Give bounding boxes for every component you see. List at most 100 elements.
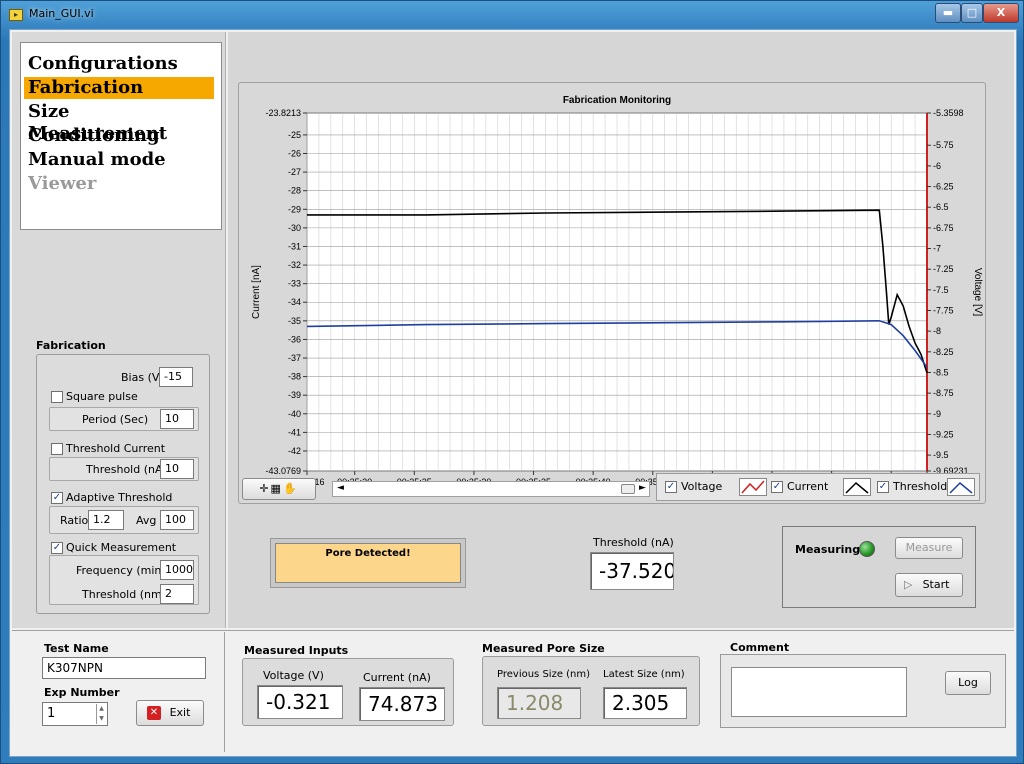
measuring-led	[859, 541, 875, 557]
pore-size-title: Measured Pore Size	[482, 642, 605, 655]
legend-current-label: Current	[787, 480, 829, 493]
period-group: Period (Sec) 10	[49, 407, 199, 431]
comment-title: Comment	[730, 641, 790, 654]
test-name-label: Test Name	[44, 642, 109, 655]
y-tick-label: -43.0769	[265, 466, 301, 476]
y-tick-label: -34	[288, 297, 301, 307]
y2-tick-label: -7.5	[933, 285, 949, 295]
y-axis-label: Current [nA]	[251, 265, 262, 319]
chart-title: Fabrication Monitoring	[563, 95, 671, 106]
maximize-button[interactable]: □	[961, 3, 983, 23]
adaptive-threshold-label: Adaptive Threshold	[66, 491, 173, 504]
y-tick-label: -35	[288, 316, 301, 326]
scroll-left-icon[interactable]: ◄	[337, 483, 344, 493]
threshold-display-label: Threshold (nA)	[593, 536, 674, 549]
y2-tick-label: -6.5	[933, 202, 949, 212]
y-tick-label: -40	[288, 409, 301, 419]
exit-button-label: Exit	[169, 706, 191, 719]
y-tick-label: -28	[288, 186, 301, 196]
app-icon: ▸	[9, 9, 23, 21]
square-pulse-label: Square pulse	[66, 390, 138, 403]
quick-measurement-checkbox[interactable]: ✓	[51, 542, 63, 554]
threshold-current-checkbox[interactable]	[51, 443, 63, 455]
title-bar: ▸ Main_GUI.vi ▬ □ X	[1, 1, 1023, 29]
legend-current-swatch[interactable]	[843, 478, 871, 496]
threshold-input[interactable]: 10	[160, 459, 194, 479]
y-tick-label: -27	[288, 167, 301, 177]
y-tick-label: -32	[288, 260, 301, 270]
voltage-label: Voltage (V)	[263, 669, 324, 682]
exp-number-spinner[interactable]: ▲ ▼	[96, 704, 106, 724]
scroll-thumb[interactable]	[621, 484, 635, 494]
nav-item-fabrication[interactable]: Fabrication	[24, 77, 214, 99]
y-tick-label: -33	[288, 279, 301, 289]
pore-detected-frame: Pore Detected!	[270, 538, 466, 588]
comment-input[interactable]	[731, 667, 907, 717]
mode-list[interactable]: Configurations Fabrication Size Measurem…	[20, 42, 222, 230]
nav-item-viewer: Viewer	[28, 173, 97, 194]
y2-tick-label: -7.25	[933, 264, 954, 274]
quick-measurement-group: Frequency (min) 1000 Threshold (nm) 2	[49, 555, 199, 605]
pore-detected-indicator: Pore Detected!	[275, 543, 461, 583]
nav-item-configurations[interactable]: Configurations	[24, 53, 214, 75]
scroll-right-icon[interactable]: ►	[639, 483, 646, 493]
y-tick-label: -25	[288, 130, 301, 140]
y-tick-label: -41	[288, 427, 301, 437]
bias-label: Bias (V)	[121, 371, 164, 384]
plot-legend: ✓ Voltage ✓ Current ✓ Threshold	[656, 473, 980, 501]
threshold-label: Threshold (nA)	[86, 463, 167, 476]
threshold-current-label: Threshold Current	[66, 442, 166, 455]
voltage-display: -0.321	[257, 685, 343, 719]
y2-tick-label: -8.5	[933, 367, 949, 377]
threshold-nm-input[interactable]: 2	[160, 584, 194, 604]
bias-input[interactable]: -15	[159, 367, 193, 387]
current-display: 74.873	[359, 687, 445, 721]
ratio-input[interactable]: 1.2	[88, 510, 124, 530]
adaptive-threshold-checkbox[interactable]: ✓	[51, 492, 63, 504]
application-window: ▸ Main_GUI.vi ▬ □ X Configurations Fabri…	[0, 0, 1024, 764]
quick-measurement-label: Quick Measurement	[66, 541, 177, 554]
y-tick-label: -23.8213	[265, 108, 301, 118]
start-button[interactable]: ▷ Start	[895, 573, 963, 597]
voltage-visible-checkbox[interactable]: ✓	[665, 481, 677, 493]
y-tick-label: -42	[288, 446, 301, 456]
current-visible-checkbox[interactable]: ✓	[771, 481, 783, 493]
close-button[interactable]: X	[983, 3, 1019, 23]
threshold-nm-label: Threshold (nm)	[82, 588, 166, 601]
y-tick-label: -31	[288, 241, 301, 251]
test-name-input[interactable]: K307NPN	[42, 657, 206, 679]
play-icon: ▷	[904, 578, 913, 591]
legend-threshold-swatch[interactable]	[947, 478, 975, 496]
y2-tick-label: -7	[933, 244, 941, 254]
y2-tick-label: -6.75	[933, 223, 954, 233]
nav-item-manual-mode[interactable]: Manual mode	[24, 149, 214, 171]
legend-voltage-swatch[interactable]	[739, 478, 767, 496]
avg-input[interactable]: 100	[160, 510, 194, 530]
exp-number-label: Exp Number	[44, 686, 120, 699]
latest-size-label: Latest Size (nm)	[603, 669, 685, 680]
fabrication-chart: -23.8213 -25 -26 -27 -28 -29 -30 -31 -32 -33 -34 -3…	[251, 95, 983, 500]
y2-tick-label: -8	[933, 326, 941, 336]
y2-tick-label: -6.25	[933, 182, 954, 192]
graph-palette[interactable]: ✛▦✋	[242, 478, 316, 500]
threshold-visible-checkbox[interactable]: ✓	[877, 481, 889, 493]
frequency-input[interactable]: 1000	[160, 560, 194, 580]
y-tick-label: -36	[288, 334, 301, 344]
nav-item-conditioning[interactable]: Conditioning	[24, 125, 214, 147]
y-tick-label: -37	[288, 353, 301, 363]
exit-icon: ✕	[147, 706, 161, 720]
measuring-label: Measuring	[795, 543, 861, 556]
y2-tick-label: -5.75	[933, 140, 954, 150]
minimize-button[interactable]: ▬	[935, 3, 961, 23]
exit-button[interactable]: ✕ Exit	[136, 700, 204, 726]
y-tick-label: -26	[288, 149, 301, 159]
measure-button[interactable]: Measure	[895, 537, 963, 559]
legend-voltage-label: Voltage	[681, 480, 723, 493]
nav-item-size-measurement[interactable]: Size Measurement	[24, 101, 214, 144]
period-input[interactable]: 10	[160, 409, 194, 429]
chart-scrollbar[interactable]: ◄ ►	[332, 481, 650, 497]
current-label: Current (nA)	[363, 671, 431, 684]
y-tick-label: -29	[288, 204, 301, 214]
square-pulse-checkbox[interactable]	[51, 391, 63, 403]
log-button[interactable]: Log	[945, 671, 991, 695]
